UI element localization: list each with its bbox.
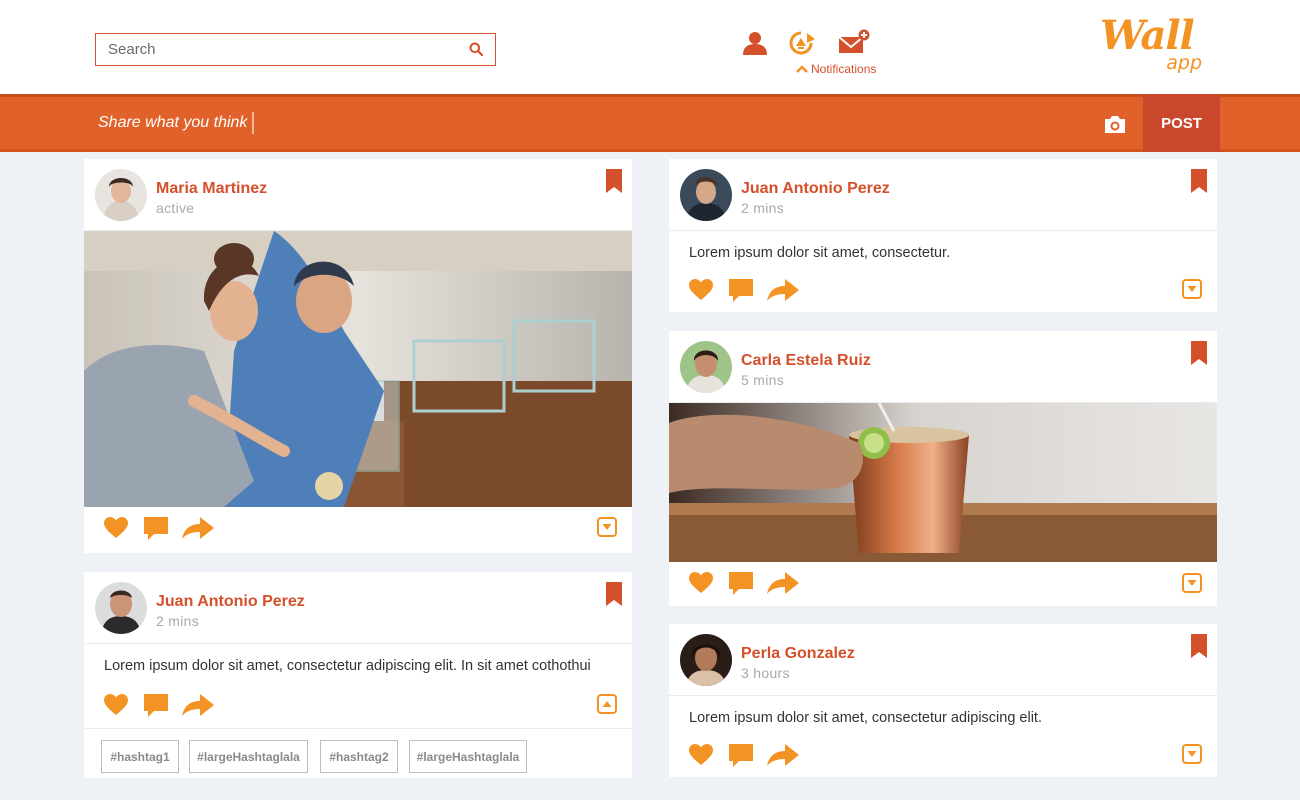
- expand-down-icon[interactable]: [1182, 573, 1202, 593]
- chevron-up-icon: [796, 65, 808, 73]
- comment-icon[interactable]: [729, 279, 753, 303]
- post-text: Lorem ipsum dolor sit amet, consectetur …: [104, 658, 591, 674]
- post-text: Lorem ipsum dolor sit amet, consectetur …: [689, 710, 1042, 726]
- post-time: 5 mins: [741, 372, 785, 388]
- expand-down-icon[interactable]: [597, 517, 617, 537]
- logo-app-text: app: [1166, 52, 1202, 74]
- post-photo[interactable]: [669, 403, 1217, 562]
- refresh-alert-icon[interactable]: [788, 30, 818, 56]
- like-icon[interactable]: [104, 517, 128, 539]
- new-message-icon[interactable]: [838, 29, 870, 55]
- avatar[interactable]: [680, 169, 732, 221]
- text-cursor: [252, 112, 254, 134]
- author-name[interactable]: Perla Gonzalez: [741, 645, 855, 663]
- share-icon[interactable]: [767, 744, 799, 766]
- post-actions: [669, 742, 1217, 776]
- post-card: Carla Estela Ruiz 5 mins: [669, 331, 1217, 606]
- author-name[interactable]: Maria Martinez: [156, 180, 267, 198]
- wall-app-logo: Wall app: [1100, 12, 1210, 76]
- avatar[interactable]: [680, 341, 732, 393]
- notifications-label: Notifications: [811, 62, 877, 76]
- share-icon[interactable]: [182, 694, 214, 716]
- profile-icon[interactable]: [742, 31, 768, 55]
- post-card: Juan Antonio Perez 2 mins Lorem ipsum do…: [84, 572, 632, 778]
- comment-icon[interactable]: [144, 517, 168, 541]
- comment-icon[interactable]: [729, 744, 753, 768]
- post-actions: [669, 562, 1217, 606]
- bookmark-icon[interactable]: [606, 582, 622, 606]
- author-name[interactable]: Carla Estela Ruiz: [741, 352, 871, 370]
- bookmark-icon[interactable]: [1191, 169, 1207, 193]
- post-time: 3 hours: [741, 665, 790, 681]
- post-header: Maria Martinez active: [84, 159, 632, 231]
- post-text: Lorem ipsum dolor sit amet, consectetur.: [689, 245, 951, 261]
- post-actions: [669, 277, 1217, 311]
- search-input[interactable]: [96, 34, 456, 65]
- comment-icon[interactable]: [729, 572, 753, 596]
- bookmark-icon[interactable]: [1191, 341, 1207, 365]
- notifications-toggle[interactable]: Notifications: [796, 62, 876, 76]
- post-card: Maria Martinez active: [84, 159, 632, 553]
- search-box[interactable]: [95, 33, 496, 66]
- like-icon[interactable]: [689, 744, 713, 766]
- expand-down-icon[interactable]: [1182, 744, 1202, 764]
- post-time: active: [156, 200, 195, 216]
- expand-down-icon[interactable]: [1182, 279, 1202, 299]
- like-icon[interactable]: [104, 694, 128, 716]
- share-icon[interactable]: [182, 517, 214, 539]
- share-bar: Share what you think POST: [0, 94, 1300, 152]
- bookmark-icon[interactable]: [1191, 634, 1207, 658]
- hashtag[interactable]: #largeHashtaglala: [189, 740, 308, 773]
- collapse-up-icon[interactable]: [597, 694, 617, 714]
- avatar[interactable]: [95, 169, 147, 221]
- post-header: Carla Estela Ruiz 5 mins: [669, 331, 1217, 403]
- author-name[interactable]: Juan Antonio Perez: [156, 593, 305, 611]
- post-card: Perla Gonzalez 3 hours Lorem ipsum dolor…: [669, 624, 1217, 777]
- post-time: 2 mins: [741, 200, 785, 216]
- post-actions: [84, 690, 632, 728]
- like-icon[interactable]: [689, 572, 713, 594]
- post-card: Juan Antonio Perez 2 mins Lorem ipsum do…: [669, 159, 1217, 312]
- post-header: Juan Antonio Perez 2 mins: [84, 572, 632, 644]
- hashtag[interactable]: #hashtag1: [101, 740, 179, 773]
- comment-icon[interactable]: [144, 694, 168, 718]
- author-name[interactable]: Juan Antonio Perez: [741, 180, 890, 198]
- share-icon[interactable]: [767, 279, 799, 301]
- bookmark-icon[interactable]: [606, 169, 622, 193]
- avatar[interactable]: [680, 634, 732, 686]
- post-time: 2 mins: [156, 613, 200, 629]
- post-button[interactable]: POST: [1143, 94, 1220, 152]
- post-header: Juan Antonio Perez 2 mins: [669, 159, 1217, 231]
- share-icon[interactable]: [767, 572, 799, 594]
- post-actions: [84, 507, 632, 555]
- post-header: Perla Gonzalez 3 hours: [669, 624, 1217, 696]
- post-photo[interactable]: [84, 231, 632, 507]
- share-input[interactable]: Share what you think: [98, 114, 247, 132]
- top-header: Notifications Wall app: [0, 0, 1300, 94]
- like-icon[interactable]: [689, 279, 713, 301]
- camera-icon[interactable]: [1103, 114, 1127, 134]
- hashtag[interactable]: #hashtag2: [320, 740, 398, 773]
- avatar[interactable]: [95, 582, 147, 634]
- hashtag[interactable]: #largeHashtaglala: [409, 740, 527, 773]
- hashtag-list: #hashtag1 #largeHashtaglala #hashtag2 #l…: [84, 728, 632, 782]
- search-icon[interactable]: [469, 42, 483, 56]
